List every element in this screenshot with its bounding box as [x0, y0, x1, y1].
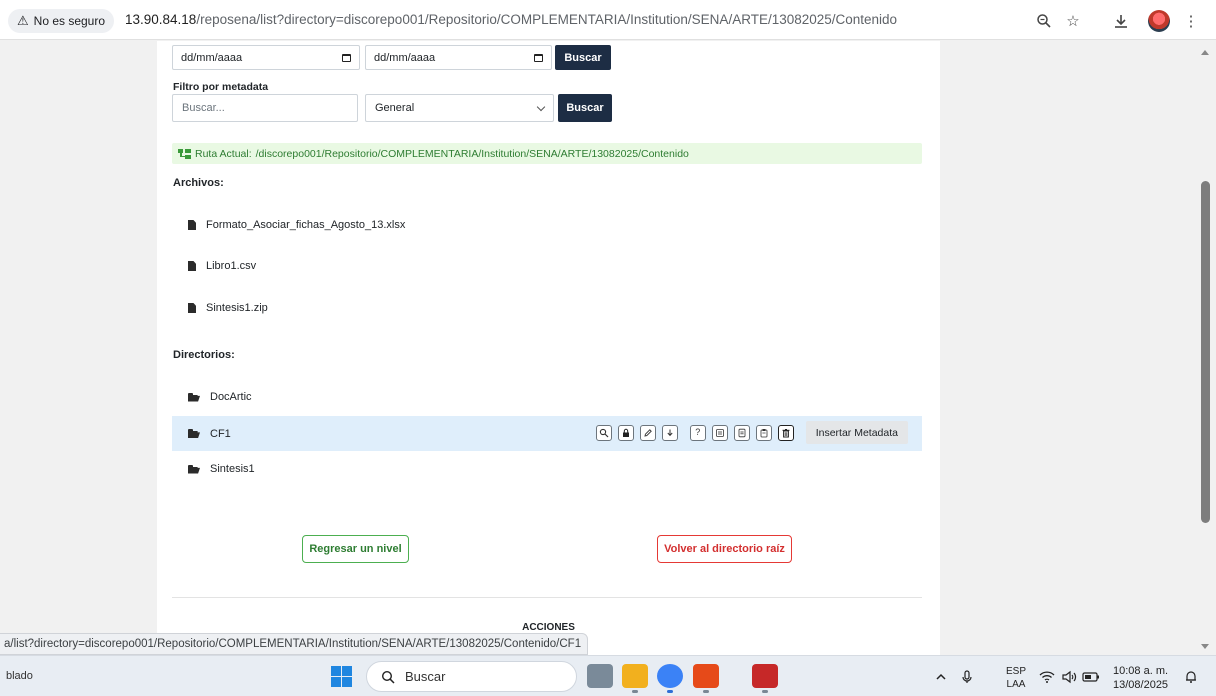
- file-item[interactable]: Formato_Asociar_fichas_Agosto_13.xlsx: [172, 208, 922, 242]
- edit-icon[interactable]: [639, 424, 656, 441]
- url-domain: 13.90.84.18: [125, 12, 197, 27]
- directories-heading: Directorios:: [173, 349, 235, 361]
- date-to-text: dd/mm/aaaa: [374, 51, 436, 64]
- clipboard-icon[interactable]: [755, 424, 772, 441]
- scroll-down-icon[interactable]: [1201, 644, 1209, 649]
- content-card: dd/mm/aaaa dd/mm/aaaa Buscar Filtro por …: [157, 41, 940, 655]
- directory-name[interactable]: CF1: [210, 428, 231, 440]
- metadata-filter-label: Filtro por metadata: [173, 81, 269, 93]
- folder-open-icon: [188, 392, 200, 402]
- menu-icon[interactable]: ⋮: [1180, 10, 1202, 32]
- directory-actions: ? Insertar Metadata: [595, 421, 908, 444]
- list-icon[interactable]: [711, 424, 728, 441]
- system-clock[interactable]: 10:08 a. m. 13/08/2025: [1113, 664, 1168, 692]
- go-up-button[interactable]: Regresar un nivel: [302, 535, 409, 563]
- directory-name[interactable]: Sintesis1: [210, 463, 255, 475]
- search-icon: [381, 670, 395, 684]
- directory-item-hovered[interactable]: CF1 ? Insertar Metadata: [172, 416, 922, 451]
- file-icon: [188, 303, 196, 313]
- wifi-icon[interactable]: [1036, 666, 1058, 688]
- scroll-thumb[interactable]: [1201, 181, 1210, 523]
- date-search-button[interactable]: Buscar: [555, 45, 611, 70]
- document-icon[interactable]: [733, 424, 750, 441]
- metadata-search-button[interactable]: Buscar: [558, 94, 612, 122]
- lock-icon[interactable]: [617, 424, 634, 441]
- date-from-input[interactable]: dd/mm/aaaa: [172, 45, 360, 70]
- lang-line1: ESP: [1006, 666, 1027, 677]
- date-to-input[interactable]: dd/mm/aaaa: [365, 45, 552, 70]
- taskbar-left-text: blado: [6, 670, 33, 682]
- taskbar-search-label: Buscar: [405, 669, 446, 684]
- notification-icon[interactable]: [1180, 666, 1202, 688]
- trash-icon[interactable]: [777, 424, 794, 441]
- status-link-preview: a/list?directory=discorepo001/Repositori…: [0, 633, 589, 655]
- address-bar[interactable]: 13.90.84.18/reposena/list?directory=disc…: [125, 12, 897, 27]
- file-item[interactable]: Libro1.csv: [172, 249, 922, 283]
- scroll-up-icon[interactable]: [1201, 50, 1209, 55]
- clock-time: 10:08 a. m.: [1113, 665, 1169, 677]
- directory-item[interactable]: Sintesis1: [172, 452, 922, 486]
- volume-icon[interactable]: [1058, 666, 1080, 688]
- calendar-icon[interactable]: [342, 53, 351, 62]
- clock-date: 13/08/2025: [1113, 679, 1169, 691]
- select-value: General: [375, 102, 415, 114]
- current-path-label: Ruta Actual:: [195, 147, 252, 160]
- current-path-bar: Ruta Actual: /discorepo001/Repositorio/C…: [172, 143, 922, 164]
- chrome-icon[interactable]: [657, 664, 683, 693]
- chevron-down-icon: [536, 102, 546, 111]
- zoom-icon[interactable]: [1033, 10, 1055, 32]
- file-name[interactable]: Libro1.csv: [206, 260, 256, 272]
- chevron-up-icon[interactable]: [930, 666, 952, 688]
- metadata-type-select[interactable]: General: [365, 94, 554, 122]
- page-scrollbar[interactable]: [1195, 41, 1216, 655]
- taskbar: blado Buscar ESP LAA 10:08 a. m. 13/08/2…: [0, 655, 1216, 696]
- snipping-tool-icon[interactable]: [752, 664, 778, 693]
- folder-open-icon: [188, 429, 200, 438]
- files-heading: Archivos:: [173, 177, 224, 189]
- current-path-value: /discorepo001/Repositorio/COMPLEMENTARIA…: [255, 147, 689, 160]
- battery-icon[interactable]: [1080, 666, 1102, 688]
- language-indicator[interactable]: ESP LAA: [1006, 665, 1026, 691]
- task-view-icon[interactable]: [587, 664, 613, 688]
- calendar-icon[interactable]: [534, 53, 543, 62]
- warning-icon: ⚠: [17, 13, 29, 28]
- page-viewport: dd/mm/aaaa dd/mm/aaaa Buscar Filtro por …: [0, 41, 1216, 655]
- security-chip[interactable]: ⚠ No es seguro: [8, 9, 115, 33]
- profile-avatar[interactable]: [1148, 10, 1170, 32]
- file-icon: [188, 220, 196, 230]
- url-path: /reposena/list?directory=discorepo001/Re…: [196, 12, 898, 27]
- download-icon[interactable]: [1110, 10, 1132, 32]
- actions-heading: ACCIONES: [522, 622, 575, 633]
- file-explorer-icon[interactable]: [622, 664, 648, 693]
- security-label: No es seguro: [33, 14, 106, 28]
- directory-name[interactable]: DocArtic: [210, 391, 252, 403]
- date-from-text: dd/mm/aaaa: [181, 51, 243, 64]
- taskbar-search[interactable]: Buscar: [366, 661, 577, 692]
- directory-item[interactable]: DocArtic: [172, 380, 922, 414]
- file-name[interactable]: Sintesis1.zip: [206, 302, 268, 314]
- metadata-search-input[interactable]: Buscar...: [172, 94, 358, 122]
- app-icon[interactable]: [693, 664, 719, 693]
- sitemap-icon: [178, 148, 191, 159]
- file-name[interactable]: Formato_Asociar_fichas_Agosto_13.xlsx: [206, 219, 405, 231]
- insert-metadata-button[interactable]: Insertar Metadata: [805, 421, 908, 444]
- microphone-icon[interactable]: [956, 666, 978, 688]
- view-icon[interactable]: [595, 424, 612, 441]
- divider: [172, 597, 922, 598]
- browser-toolbar: ⚠ No es seguro 13.90.84.18/reposena/list…: [0, 0, 1216, 40]
- file-icon: [188, 261, 196, 271]
- file-item[interactable]: Sintesis1.zip: [172, 291, 922, 325]
- download-icon[interactable]: [661, 424, 678, 441]
- help-icon[interactable]: ?: [689, 424, 706, 441]
- star-icon[interactable]: ☆: [1062, 10, 1084, 32]
- root-directory-button[interactable]: Volver al directorio raíz: [657, 535, 792, 563]
- windows-start-icon[interactable]: [331, 666, 352, 687]
- lang-line2: LAA: [1006, 679, 1026, 690]
- folder-open-icon: [188, 464, 200, 474]
